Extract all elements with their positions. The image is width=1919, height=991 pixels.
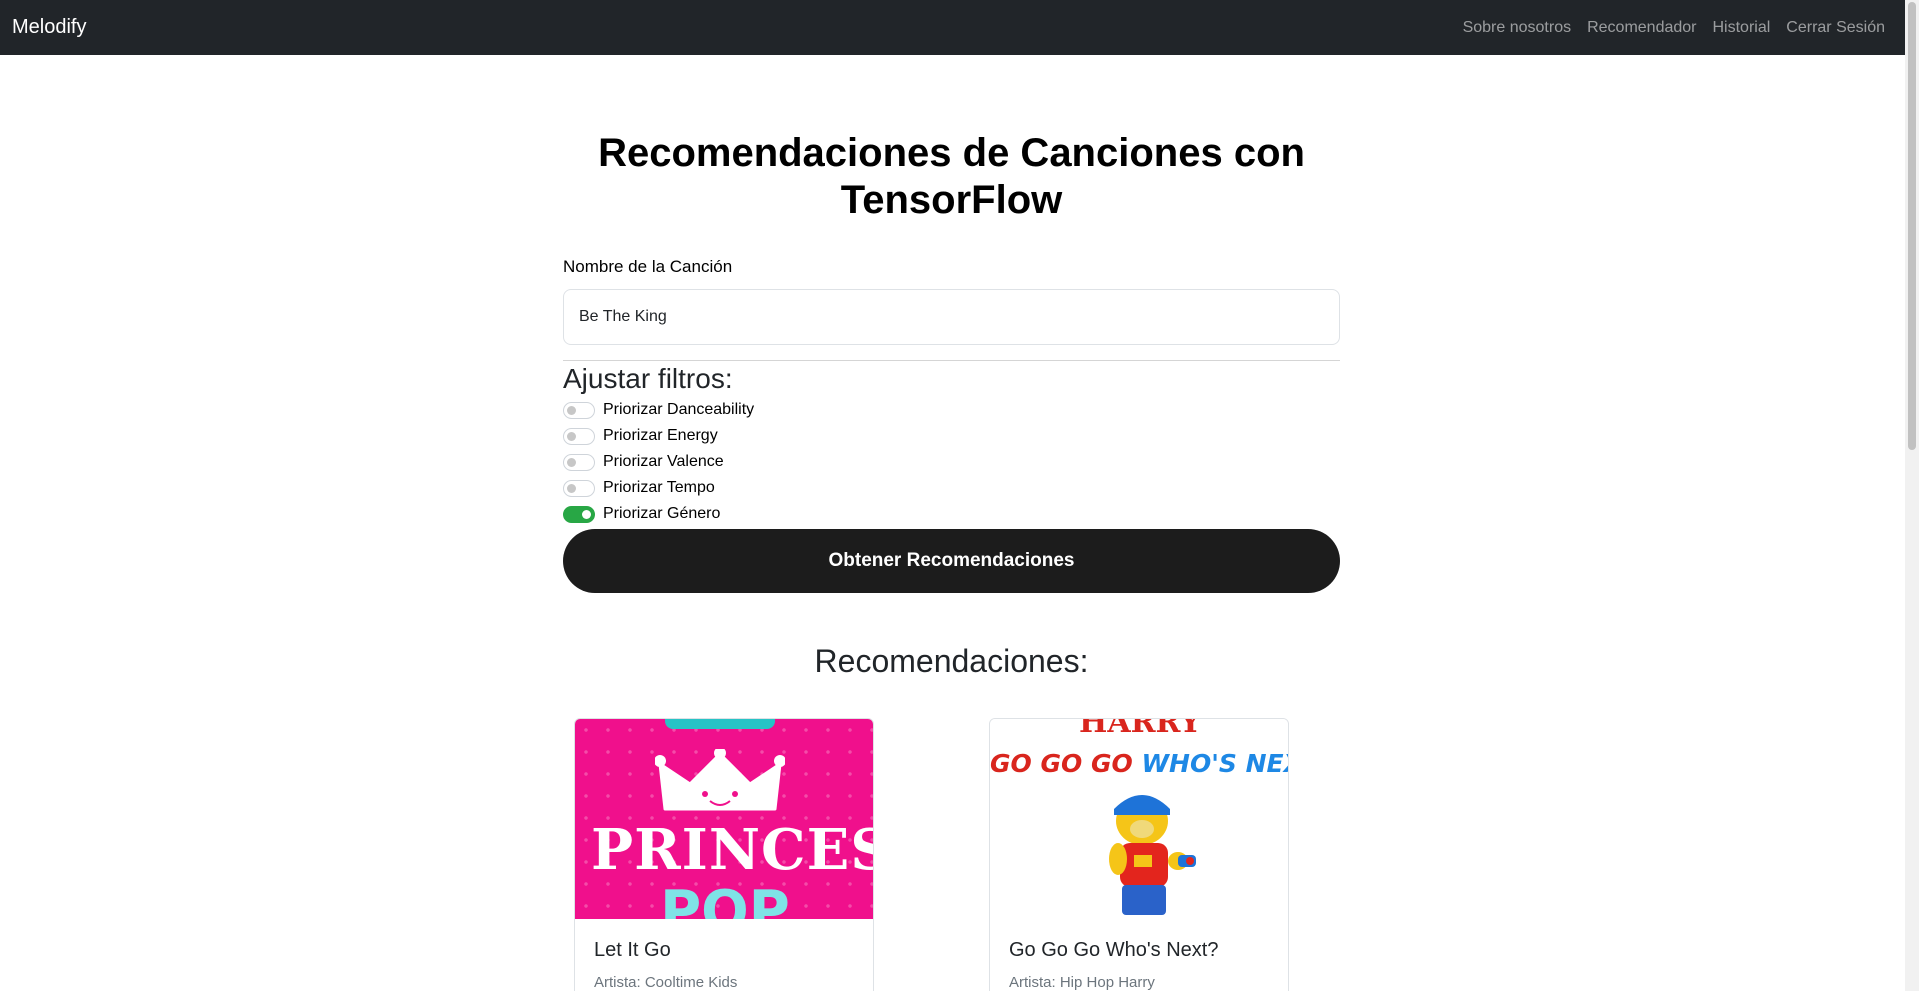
filter-tempo[interactable]: Priorizar Tempo [563, 475, 1340, 501]
filter-genre[interactable]: Priorizar Género [563, 501, 1340, 527]
song-title: Go Go Go Who's Next? [1009, 939, 1219, 961]
filters-title: Ajustar filtros: [563, 363, 733, 394]
page-title: Recomendaciones de Canciones con TensorF… [598, 131, 1305, 222]
filter-energy[interactable]: Priorizar Energy [563, 423, 1340, 449]
nav-links: Sobre nosotros Recomendador Historial Ce… [1455, 19, 1893, 37]
recommendations-title: Recomendaciones: [814, 643, 1089, 679]
brand-logo[interactable]: Melodify [12, 16, 86, 39]
navbar: Melodify Sobre nosotros Recomendador His… [0, 0, 1905, 55]
card-body: Let It Go Artista: Cooltime Kids [575, 919, 873, 991]
album-cover-subtext: GO GO GO WHO'S NEXT? [990, 749, 1288, 778]
get-recommendations-button[interactable]: Obtener Recomendaciones [563, 529, 1340, 593]
bear-mascot-icon [1109, 795, 1196, 915]
album-cover-subtext-red: GO GO GO [990, 749, 1133, 778]
filter-danceability[interactable]: Priorizar Danceability [563, 397, 1340, 423]
card-body: Go Go Go Who's Next? Artista: Hip Hop Ha… [990, 919, 1288, 991]
album-cover-text: HARRY [1079, 719, 1201, 740]
filter-label: Priorizar Valence [603, 453, 724, 470]
scrollbar-thumb[interactable] [1908, 2, 1916, 450]
album-cover-subtext: POP [660, 879, 790, 919]
filter-valence[interactable]: Priorizar Valence [563, 449, 1340, 475]
energy-toggle[interactable] [563, 427, 595, 445]
album-cover-image: PRINCESS POP [575, 719, 873, 919]
song-name-label: Nombre de la Canción [563, 257, 733, 276]
filter-label: Priorizar Danceability [603, 401, 755, 418]
song-title: Let It Go [594, 939, 671, 961]
song-name-input[interactable] [563, 289, 1340, 345]
filter-label: Priorizar Energy [603, 427, 718, 444]
recommendation-list: PRINCESS POP Let It Go Artista: Cooltime… [563, 718, 1340, 991]
song-artist: Artista: Hip Hop Harry [1009, 974, 1155, 991]
crown-icon [655, 749, 785, 811]
album-cover-text: PRINCESS [591, 817, 873, 883]
nav-link-logout[interactable]: Cerrar Sesión [1778, 19, 1893, 37]
genre-toggle[interactable] [563, 505, 595, 523]
recommendation-card[interactable]: HARRY GO GO GO WHO'S NEXT? Go Go Go Who'… [989, 718, 1289, 991]
song-artist: Artista: Cooltime Kids [594, 974, 738, 991]
album-cover-subtext-blue: WHO'S NEXT? [1141, 749, 1288, 778]
tempo-toggle[interactable] [563, 479, 595, 497]
main-content: Recomendaciones de Canciones con TensorF… [563, 55, 1340, 991]
valence-toggle[interactable] [563, 453, 595, 471]
nav-link-recommender[interactable]: Recomendador [1579, 19, 1704, 37]
filter-label: Priorizar Tempo [603, 479, 715, 496]
nav-link-history[interactable]: Historial [1705, 19, 1779, 37]
recommendation-card[interactable]: PRINCESS POP Let It Go Artista: Cooltime… [574, 718, 874, 991]
filter-label: Priorizar Género [603, 505, 721, 522]
nav-link-about[interactable]: Sobre nosotros [1455, 19, 1580, 37]
page-scrollbar[interactable] [1905, 0, 1919, 991]
danceability-toggle[interactable] [563, 401, 595, 419]
album-cover-image: HARRY GO GO GO WHO'S NEXT? [990, 719, 1288, 919]
